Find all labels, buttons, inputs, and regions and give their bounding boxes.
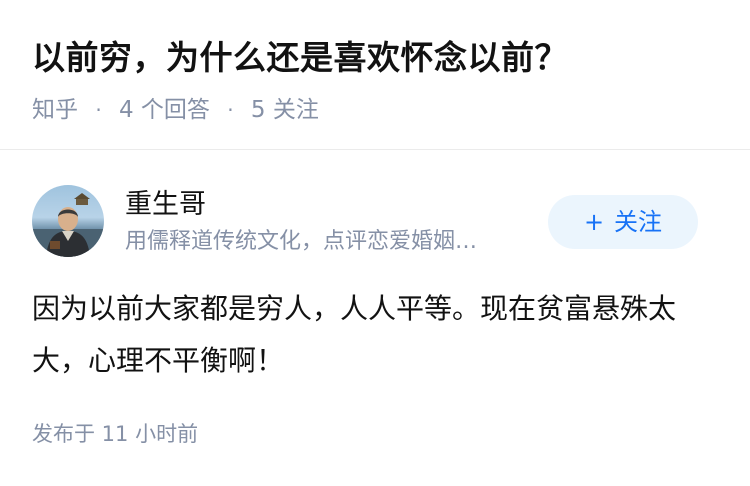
question-title[interactable]: 以前穷，为什么还是喜欢怀念以前？ [32, 34, 718, 82]
meta-separator: · [95, 98, 102, 122]
answers-count[interactable]: 4 个回答 [119, 97, 210, 123]
followers-count[interactable]: 5 关注 [251, 97, 319, 123]
follow-button[interactable]: + 关注 [548, 195, 698, 249]
author-row: 重生哥 用儒释道传统文化，点评恋爱婚姻… + 关注 [32, 185, 718, 259]
answer-card: 重生哥 用儒释道传统文化，点评恋爱婚姻… + 关注 因为以前大家都是穷人，人人平等… [0, 151, 750, 486]
answer-content[interactable]: 因为以前大家都是穷人，人人平等。现在贫富悬殊太大，心理不平衡啊！ [32, 283, 712, 387]
question-meta: 知乎 · 4 个回答 · 5 关注 [32, 94, 718, 126]
person-avatar-icon [32, 193, 104, 257]
plus-icon: + [583, 208, 605, 236]
author-bio: 用儒释道传统文化，点评恋爱婚姻… [125, 229, 478, 254]
follow-button-label: 关注 [614, 208, 663, 236]
published-time: 发布于 11 小时前 [32, 422, 199, 446]
author-name[interactable]: 重生哥 [125, 187, 206, 223]
question-header: 以前穷，为什么还是喜欢怀念以前？ 知乎 · 4 个回答 · 5 关注 [0, 0, 750, 150]
meta-separator: · [227, 98, 234, 122]
source-label[interactable]: 知乎 [32, 97, 78, 123]
avatar[interactable] [32, 185, 104, 257]
